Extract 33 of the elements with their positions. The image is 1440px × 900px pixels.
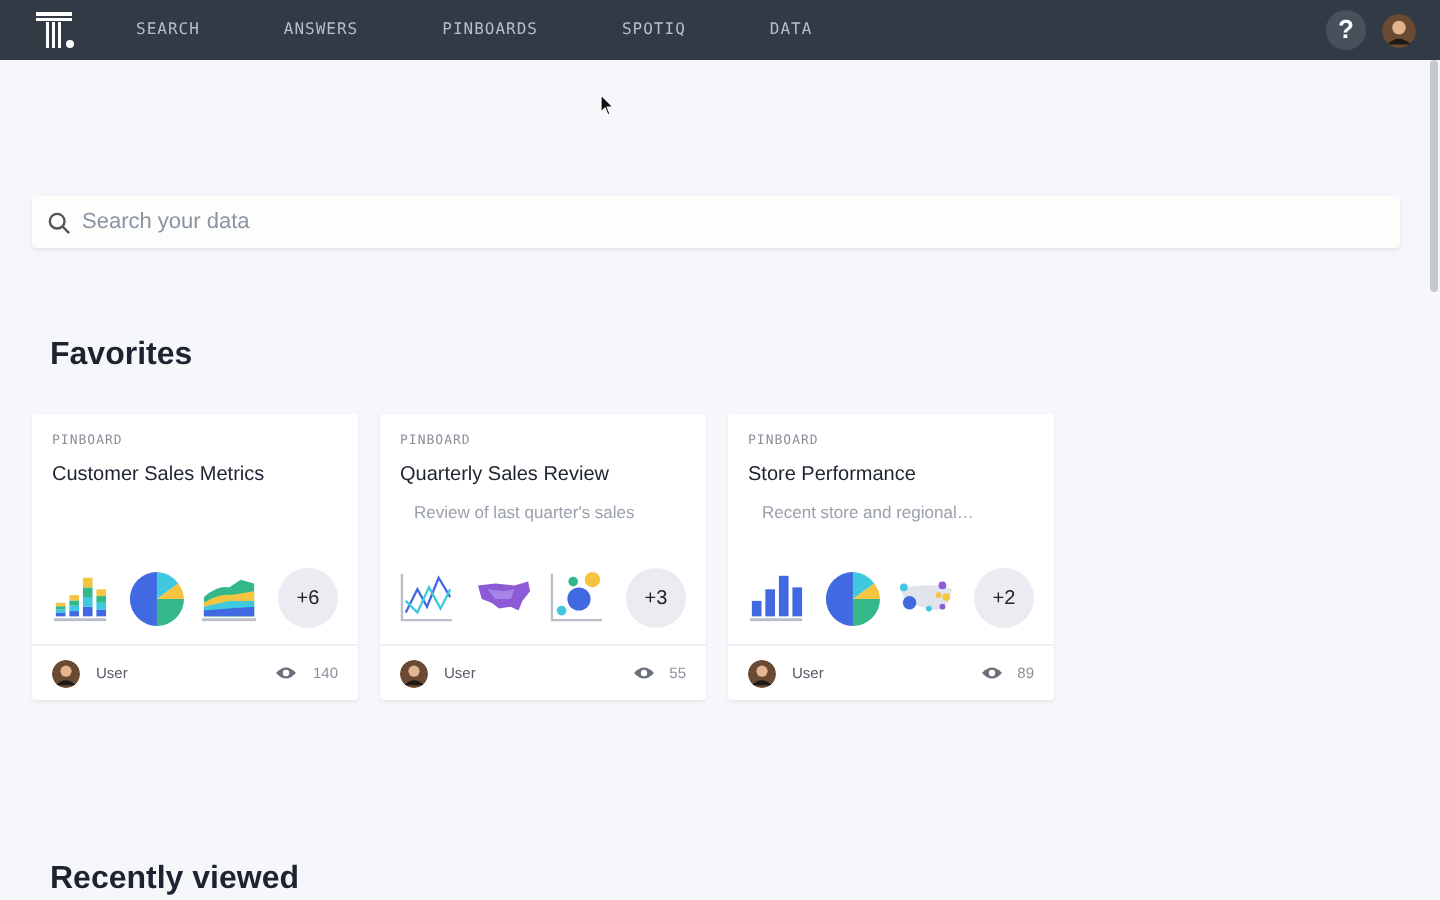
- pie-chart-icon: [823, 570, 880, 627]
- nav-tab[interactable]: PINBOARDS: [442, 18, 538, 42]
- section-title: Recently viewed: [50, 860, 301, 899]
- bubble-chart-icon: [550, 570, 607, 627]
- eye-icon: [276, 666, 297, 681]
- cursor-icon: [600, 94, 614, 116]
- card-title: Customer Sales Metrics: [52, 461, 267, 490]
- help-button[interactable]: ?: [1326, 10, 1366, 50]
- search-icon: [48, 212, 70, 234]
- more-count[interactable]: +3: [625, 568, 686, 629]
- nav-tab[interactable]: SPOTIQ: [621, 18, 686, 42]
- bar-chart-icon: [748, 570, 804, 627]
- card-title: Store Performance: [748, 461, 918, 490]
- avatar: [748, 659, 776, 688]
- nav-tab[interactable]: DATA: [769, 18, 813, 42]
- eye-icon: [981, 666, 1002, 681]
- more-count[interactable]: +2: [973, 568, 1034, 629]
- eye-icon: [633, 666, 654, 681]
- nav-tab[interactable]: ANSWERS: [283, 18, 359, 42]
- line-chart-icon: [400, 570, 456, 627]
- user-avatar[interactable]: [1382, 13, 1416, 47]
- card-title: Quarterly Sales Review: [400, 461, 611, 490]
- card-description: Review of last quarter's sales: [412, 499, 637, 526]
- nav-tab[interactable]: SEARCH: [136, 18, 200, 42]
- scrollbar-thumb[interactable]: [1430, 60, 1438, 292]
- logo-icon[interactable]: [36, 10, 76, 50]
- section-title: Favorites: [50, 336, 195, 375]
- pie-chart-icon: [127, 570, 184, 627]
- more-count[interactable]: +6: [277, 568, 338, 629]
- avatar: [400, 659, 428, 688]
- card-description: Recent store and regional…: [760, 499, 976, 526]
- avatar: [52, 659, 80, 688]
- search-field[interactable]: Search your data: [32, 196, 1400, 248]
